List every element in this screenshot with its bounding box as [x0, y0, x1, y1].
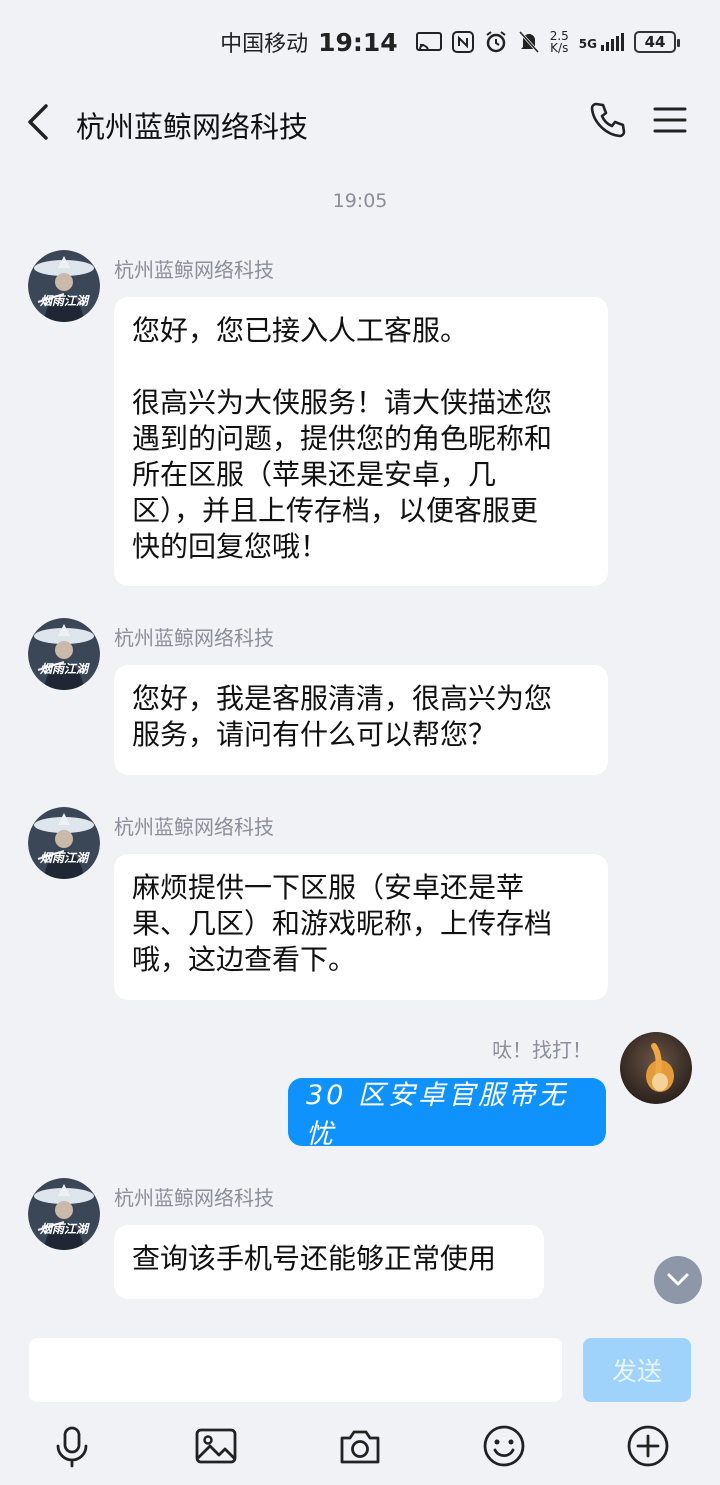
message-line: 您好，您已接入人工客服。 [132, 314, 469, 347]
chat-messages[interactable]: 19:05 烟雨江湖 杭州蓝鲸网络科技 您好，您已接入人工客服。 很高兴为大侠服… [0, 166, 720, 1326]
svg-text:烟雨江湖: 烟雨江湖 [39, 294, 90, 308]
message-input[interactable] [29, 1338, 562, 1402]
message-line: 服务，请问有什么可以帮您？ [132, 718, 497, 751]
phone-icon[interactable] [588, 100, 628, 140]
message-line: 遇到的问题，提供您的角色昵称和 [132, 422, 553, 455]
microphone-icon[interactable] [50, 1424, 94, 1468]
message-line: 所在区服（苹果还是安卓，几 [132, 458, 497, 491]
back-arrow-icon[interactable] [24, 102, 54, 142]
image-icon[interactable] [194, 1424, 238, 1468]
camera-icon[interactable] [338, 1424, 382, 1468]
chevron-down-icon [667, 1273, 689, 1286]
screen-cast-icon [415, 32, 442, 51]
message-timestamp: 19:05 [332, 190, 388, 212]
agent-avatar[interactable]: 烟雨江湖 [28, 618, 100, 690]
status-time: 19:14 [318, 27, 398, 57]
agent-message-bubble[interactable]: 您好，您已接入人工客服。 很高兴为大侠服务！请大侠描述您 遇到的问题，提供您的角… [114, 297, 608, 586]
agent-avatar[interactable]: 烟雨江湖 [28, 1178, 100, 1250]
message-line: 您好，我是客服清清，很高兴为您 [132, 682, 553, 715]
message-line: 哦，这边查看下。 [132, 943, 357, 976]
emoji-icon[interactable] [482, 1424, 526, 1468]
user-message-bubble[interactable]: 30 区安卓官服帝无忧 [288, 1078, 606, 1150]
plus-circle-icon[interactable] [626, 1424, 670, 1468]
scroll-to-bottom-button[interactable] [654, 1256, 702, 1304]
cat-avatar-image [620, 1032, 692, 1104]
carrier-name: 中国移动 [220, 32, 309, 57]
user-avatar[interactable] [620, 1032, 692, 1104]
agent-avatar[interactable]: 烟雨江湖 [28, 250, 100, 322]
chat-title: 杭州蓝鲸网络科技 [76, 110, 309, 144]
message-line: 果、几区）和游戏昵称，上传存档 [132, 907, 553, 940]
mute-bell-icon [518, 30, 539, 54]
message-line: 快的回复您哦！ [132, 530, 329, 563]
signal-icon: 5G [579, 33, 624, 51]
sender-name: 杭州蓝鲸网络科技 [114, 1186, 274, 1210]
agent-message-bubble[interactable]: 麻烦提供一下区服（安卓还是苹 果、几区）和游戏昵称，上传存档 哦，这边查看下。 [114, 854, 608, 1000]
swordsman-avatar-image: 烟雨江湖 [28, 1178, 100, 1250]
sender-name: 杭州蓝鲸网络科技 [114, 258, 274, 282]
agent-message-bubble[interactable]: 查询该手机号还能够正常使用 [114, 1225, 544, 1299]
svg-text:烟雨江湖: 烟雨江湖 [39, 662, 90, 676]
swordsman-avatar-image: 烟雨江湖 [28, 618, 100, 690]
message-line: 麻烦提供一下区服（安卓还是苹 [132, 871, 525, 904]
svg-text:烟雨江湖: 烟雨江湖 [39, 1222, 90, 1236]
message-line: 查询该手机号还能够正常使用 [132, 1242, 497, 1275]
composer: 发送 [0, 1326, 720, 1485]
alarm-icon [486, 31, 506, 53]
swordsman-avatar-image: 烟雨江湖 [28, 807, 100, 879]
battery-icon: 44 [634, 31, 680, 53]
chat-header: 杭州蓝鲸网络科技 [0, 84, 720, 166]
nfc-icon [451, 31, 474, 53]
status-bar: 中国移动 19:14 2.5 K/s 5G 44 [0, 0, 720, 84]
swordsman-avatar-image: 烟雨江湖 [28, 250, 100, 322]
send-button[interactable]: 发送 [583, 1338, 691, 1402]
message-line: 很高兴为大侠服务！请大侠描述您 [132, 386, 553, 419]
agent-message-bubble[interactable]: 您好，我是客服清清，很高兴为您 服务，请问有什么可以帮您？ [114, 665, 608, 775]
sender-name: 杭州蓝鲸网络科技 [114, 626, 274, 650]
svg-text:烟雨江湖: 烟雨江湖 [39, 851, 90, 865]
message-line: 区），并且上传存档，以便客服更 [132, 494, 539, 527]
menu-icon[interactable] [652, 102, 688, 138]
agent-avatar[interactable]: 烟雨江湖 [28, 807, 100, 879]
net-speed: 2.5 K/s [549, 29, 569, 55]
sender-name: 杭州蓝鲸网络科技 [114, 815, 274, 839]
self-sender-name: 呔！找打！ [492, 1038, 592, 1062]
